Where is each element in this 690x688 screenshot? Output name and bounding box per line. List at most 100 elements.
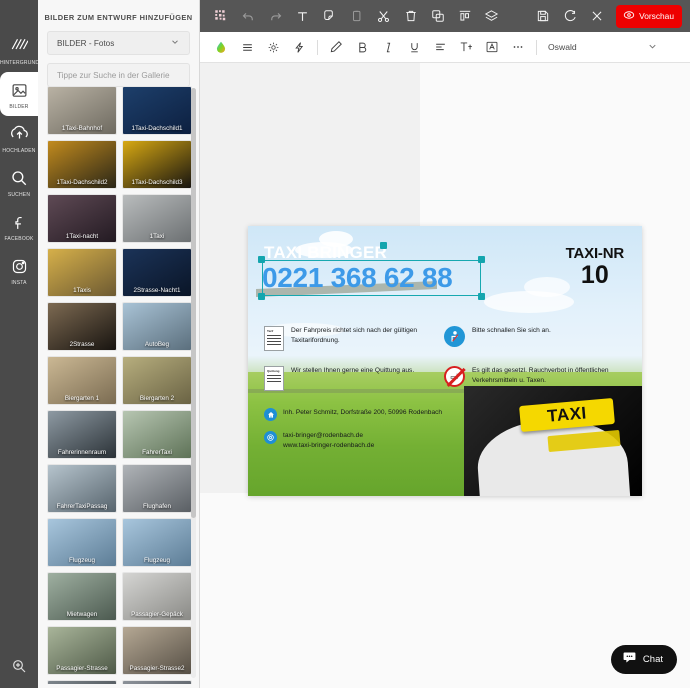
image-category-select[interactable]: BILDER - Fotos (47, 31, 190, 55)
sidebar-label-hintergrund: HINTERGRUND (0, 60, 38, 66)
receipt-document-icon: Quittung (264, 366, 284, 391)
gallery-thumbnail[interactable]: Fahrerinnenraum (47, 410, 117, 459)
gallery-thumbnail[interactable]: 1Taxi-Dachschild3 (122, 140, 192, 189)
gallery-thumbnail-caption: 1Taxi-Dachschild1 (131, 125, 183, 132)
gallery-thumbnail[interactable]: FahrerTaxi (122, 410, 192, 459)
align-text-icon[interactable] (427, 35, 453, 59)
save-icon[interactable] (529, 4, 556, 28)
toolbar-divider-2 (536, 39, 537, 55)
font-size-icon[interactable] (453, 35, 479, 59)
gallery-thumbnail[interactable] (47, 680, 117, 684)
template-icon[interactable] (208, 4, 235, 28)
resize-handle-top-left[interactable] (258, 256, 265, 263)
format-toolbar: Oswald (200, 32, 690, 63)
gallery-thumbnail[interactable]: Passagier-Strasse (47, 626, 117, 675)
bold-icon[interactable] (349, 35, 375, 59)
sidebar-label-hochladen: HOCHLADEN (2, 148, 36, 154)
resize-handle-top-right[interactable] (478, 256, 485, 263)
info-text-receipt: Wir stellen Ihnen gerne eine Quittung au… (291, 367, 415, 374)
font-family-select[interactable]: Oswald (548, 41, 658, 54)
color-icon[interactable] (208, 35, 234, 59)
gallery-thumbnail[interactable]: Flugzeug (47, 518, 117, 567)
gallery-thumbnail[interactable]: AutoBeg (122, 302, 192, 351)
no-smoking-icon (444, 366, 465, 387)
sidebar-label-suchen: SUCHEN (7, 192, 31, 198)
design-canvas[interactable]: TAXI BRINGER 0221 368 62 88 TAXI-NR 10 T… (248, 226, 642, 496)
canvas-phone-selection[interactable]: 0221 368 62 88 (258, 242, 485, 300)
gallery-thumbnail[interactable]: 2Strasse (47, 302, 117, 351)
taxi-sign-text: TAXI (546, 403, 588, 426)
zoom-in-icon[interactable] (0, 658, 38, 674)
sidebar-item-bilder[interactable]: BILDER (0, 72, 38, 116)
chat-button[interactable]: Chat (610, 645, 677, 674)
duplicate-icon[interactable] (424, 4, 451, 28)
text-box-icon[interactable] (479, 35, 505, 59)
cut-icon[interactable] (370, 4, 397, 28)
gallery-thumbnail[interactable]: Biergarten 1 (47, 356, 117, 405)
paste-icon[interactable] (343, 4, 370, 28)
layers-icon[interactable] (478, 4, 505, 28)
italic-icon[interactable] (375, 35, 401, 59)
gallery-thumbnail-caption: 1Taxi-nacht (65, 233, 99, 240)
facebook-icon (8, 211, 30, 233)
preview-button[interactable]: Vorschau (616, 4, 682, 28)
highlight-pen-icon[interactable] (323, 35, 349, 59)
design-work-area[interactable]: TAXI BRINGER 0221 368 62 88 TAXI-NR 10 T… (200, 63, 690, 688)
sidebar-item-hochladen[interactable]: HOCHLADEN (0, 116, 38, 160)
canvas-taxi-number[interactable]: TAXI-NR 10 (566, 246, 625, 288)
resize-handle-bottom-right[interactable] (478, 293, 485, 300)
gallery-thumbnail[interactable]: 1Taxi-Dachschild1 (122, 86, 192, 135)
gallery-thumbnail[interactable]: 2Strasse-Nacht1 (122, 248, 192, 297)
sticker-icon[interactable] (316, 4, 343, 28)
gallery-thumbnail[interactable]: Passagier-Gepäck (122, 572, 192, 621)
tariff-document-icon: Tarif (264, 326, 284, 351)
gallery-thumbnail-caption: 2Strasse-Nacht1 (133, 287, 181, 294)
more-options-icon[interactable] (505, 35, 531, 59)
gallery-thumbnail[interactable]: 1Taxi-nacht (47, 194, 117, 243)
gallery-thumbnail[interactable]: FahrerTaxiPassag (47, 464, 117, 513)
gallery-thumbnail[interactable]: 1Taxi-Bahnhof (47, 86, 117, 135)
redo-icon[interactable] (262, 4, 289, 28)
sidebar-item-insta[interactable]: INSTA (0, 248, 38, 292)
panel-scrollbar[interactable] (191, 88, 196, 678)
home-icon (264, 408, 277, 421)
gallery-thumbnail-caption: Biergarten 1 (64, 395, 100, 402)
lines-icon[interactable] (234, 35, 260, 59)
text-icon[interactable] (289, 4, 316, 28)
align-icon[interactable] (451, 4, 478, 28)
sidebar-item-suchen[interactable]: SUCHEN (0, 160, 38, 204)
effects-icon[interactable] (260, 35, 286, 59)
canvas-brand-text[interactable]: TAXI BRINGER (264, 244, 387, 261)
taxi-photo: TAXI (464, 386, 642, 496)
gallery-thumbnail-caption: FahrerTaxiPassag (56, 503, 108, 510)
gallery-search-input[interactable]: Tippe zur Suche in der Gallerie (47, 63, 190, 87)
gallery-thumbnail[interactable]: Flugzeug (122, 518, 192, 567)
close-icon[interactable] (583, 4, 610, 28)
gallery-thumbnail[interactable]: 1Taxi (122, 194, 192, 243)
gallery-thumbnail-caption: FahrerTaxi (142, 449, 172, 456)
gallery-thumbnail-caption: 1Taxi-Dachschild2 (56, 179, 108, 186)
underline-icon[interactable] (401, 35, 427, 59)
delete-icon[interactable] (397, 4, 424, 28)
gallery-thumbnail[interactable]: Passagier-Strasse2 (122, 626, 192, 675)
info-text-seatbelt: Bitte schnallen Sie sich an. (472, 327, 551, 334)
sidebar-item-hintergrund[interactable]: HINTERGRUND (0, 28, 38, 72)
image-icon (8, 79, 30, 101)
toolbar-divider-1 (317, 39, 318, 55)
undo-icon[interactable] (235, 4, 262, 28)
gallery-thumbnail[interactable]: Mietwagen (47, 572, 117, 621)
gallery-thumbnail-caption: Biergarten 2 (139, 395, 175, 402)
gallery-thumbnail[interactable]: 1Taxi-Dachschild2 (47, 140, 117, 189)
gallery-thumbnail[interactable] (122, 680, 192, 684)
gallery-thumbnail[interactable]: 1Taxis (47, 248, 117, 297)
rotate-handle[interactable] (380, 242, 387, 249)
refresh-icon[interactable] (556, 4, 583, 28)
gallery-thumbnail[interactable]: Flughafen (122, 464, 192, 513)
gallery-thumbnail[interactable]: Biergarten 2 (122, 356, 192, 405)
gallery-thumbnail-caption: 1Taxi (149, 233, 165, 240)
gallery-thumbnail-caption: Passagier-Gepäck (131, 611, 183, 618)
thumbnail-grid-scroll-area[interactable]: 1Taxi-Bahnhof 1Taxi-Dachschild1 1Taxi-Dach… (47, 86, 197, 684)
resize-handle-bottom-left[interactable] (258, 293, 265, 300)
sidebar-item-facebook[interactable]: FACEBOOK (0, 204, 38, 248)
flash-icon[interactable] (286, 35, 312, 59)
